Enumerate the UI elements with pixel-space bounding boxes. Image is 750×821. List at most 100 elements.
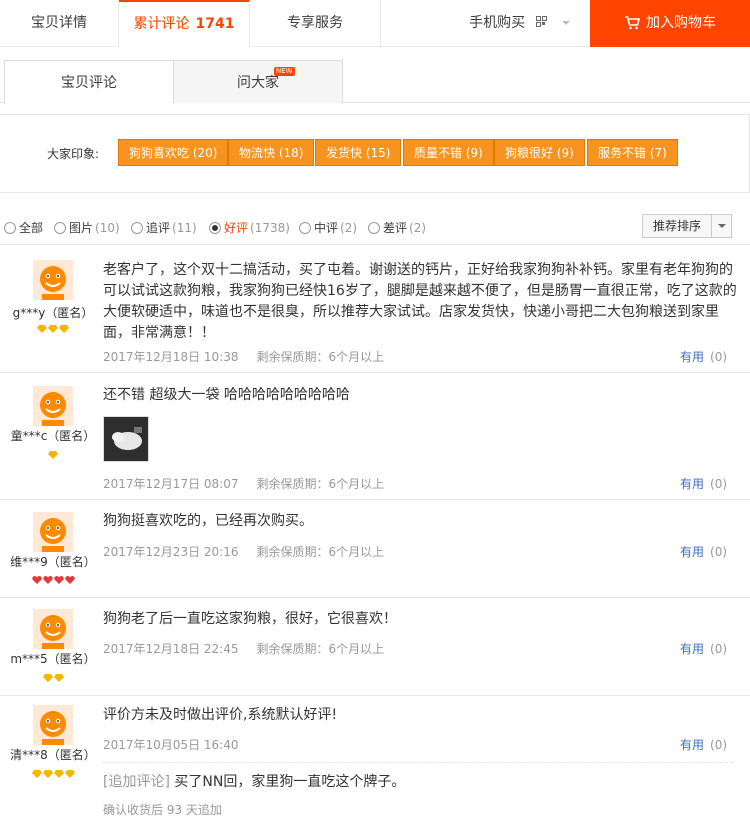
add-to-cart-button[interactable]: 加入购物车	[590, 0, 750, 47]
reviewer-name: 维***9（匿名）	[10, 555, 96, 569]
tab-exclusive-service[interactable]: 专享服务	[250, 0, 381, 46]
review-text: 还不错 超级大一袋 哈哈哈哈哈哈哈哈哈	[103, 387, 350, 403]
heart-icon	[31, 576, 42, 584]
qr-code-icon	[535, 16, 548, 28]
filter-label: 中评	[314, 221, 339, 235]
filter-images[interactable]: 图片 (10)	[54, 219, 120, 236]
reviewer-name: 清***8（匿名）	[10, 748, 96, 762]
heart-icon	[64, 576, 75, 584]
radio-icon	[299, 222, 311, 234]
review-text: 狗狗挺喜欢吃的，已经再次购买。	[103, 513, 313, 529]
avatar	[33, 705, 73, 745]
chevron-down-icon	[718, 224, 726, 228]
review-text: 老客户了，这个双十二搞活动，买了屯着。谢谢送的钙片，正好给我家狗狗补补钙。家里有…	[103, 262, 737, 341]
useful-button[interactable]: 有用 (0)	[680, 640, 727, 657]
tab-product-reviews[interactable]: 宝贝评论	[4, 60, 174, 104]
filter-count: (10)	[95, 221, 120, 235]
review-item: m***5（匿名） 狗狗老了后一直吃这家狗粮，很好，它很喜欢！ 2017年12月…	[0, 599, 750, 696]
impressions-panel: 大家印象: 狗狗喜欢吃 (20) 物流快 (18) 发货快 (15) 质量不错 …	[0, 114, 750, 193]
gem-icon	[53, 770, 64, 778]
useful-count: (0)	[710, 642, 728, 656]
cart-icon	[625, 16, 641, 30]
appended-review: [追加评论] 买了NN回，家里狗一直吃这个牌子。	[103, 771, 405, 791]
avatar	[33, 386, 73, 426]
buyer-level-badge	[0, 322, 106, 336]
impression-tag[interactable]: 服务不错 (7)	[587, 139, 678, 166]
buyer-level-badge	[0, 767, 106, 781]
tab-ask-everyone[interactable]: 问大家 NEW	[173, 60, 343, 103]
review-item: g***y（匿名） 老客户了，这个双十二搞活动，买了屯着。谢谢送的钙片，正好给我…	[0, 248, 750, 373]
filter-count: (11)	[172, 221, 197, 235]
gem-icon	[42, 770, 53, 778]
radio-icon	[4, 222, 16, 234]
review-meta: 2017年10月05日 16:40	[103, 736, 238, 753]
filter-label: 图片	[69, 221, 94, 235]
shelf-life: 剩余保质期：6个月以上	[256, 477, 385, 491]
buyer-level-badge	[0, 671, 106, 685]
radio-icon	[368, 222, 380, 234]
review-date: 2017年12月18日 22:45	[103, 642, 239, 656]
gem-icon	[31, 770, 42, 778]
avatar	[33, 512, 73, 552]
append-note: 确认收货后 93 天追加	[103, 803, 222, 817]
filter-all[interactable]: 全部	[4, 219, 45, 236]
impressions-label: 大家印象:	[47, 147, 100, 161]
shelf-life: 剩余保质期：6个月以上	[256, 642, 385, 656]
review-date: 2017年12月18日 10:38	[103, 350, 239, 364]
tab-product-detail[interactable]: 宝贝详情	[0, 0, 119, 46]
avatar	[33, 260, 73, 300]
filter-followup[interactable]: 追评 (11)	[131, 219, 197, 236]
gem-icon	[37, 325, 47, 333]
gem-icon	[48, 325, 58, 333]
impression-tag[interactable]: 狗粮很好 (9)	[494, 139, 585, 166]
review-meta: 2017年12月23日 20:16 剩余保质期：6个月以上	[103, 543, 384, 560]
sort-dropdown[interactable]: 推荐排序	[642, 214, 732, 238]
filter-label: 追评	[146, 221, 171, 235]
buyer-level-badge	[0, 573, 106, 587]
useful-label: 有用	[680, 642, 705, 656]
review-date: 2017年12月17日 08:07	[103, 477, 239, 491]
tab-reviews-label: 累计评论	[133, 16, 190, 32]
gem-icon	[53, 674, 64, 682]
reviewer-name: g***y（匿名）	[12, 306, 94, 320]
radio-icon	[54, 222, 66, 234]
filter-neutral[interactable]: 中评 (2)	[299, 219, 357, 236]
chevron-down-icon	[562, 21, 570, 25]
radio-selected-icon	[209, 222, 221, 234]
mobile-purchase[interactable]: 手机购买	[381, 0, 590, 46]
filter-count: (1738)	[250, 221, 290, 235]
review-text: 狗狗老了后一直吃这家狗粮，很好，它很喜欢！	[103, 611, 397, 627]
useful-button[interactable]: 有用 (0)	[680, 348, 727, 365]
sort-dropdown-arrow[interactable]	[711, 215, 732, 237]
impression-tag[interactable]: 狗狗喜欢吃 (20)	[118, 139, 229, 166]
impression-tag[interactable]: 物流快 (18)	[228, 139, 315, 166]
review-photo-thumbnail[interactable]	[103, 416, 149, 462]
tab-product-reviews-label: 宝贝评论	[61, 75, 117, 91]
review-item: 维***9（匿名） 狗狗挺喜欢吃的，已经再次购买。 2017年12月23日 20…	[0, 501, 750, 598]
shelf-life: 剩余保质期：6个月以上	[256, 545, 385, 559]
mobile-purchase-label: 手机购买	[469, 15, 526, 31]
useful-button[interactable]: 有用 (0)	[680, 543, 727, 560]
useful-button[interactable]: 有用 (0)	[680, 736, 727, 753]
useful-label: 有用	[680, 545, 705, 559]
filter-label: 好评	[224, 221, 249, 235]
impression-tag[interactable]: 质量不错 (9)	[403, 139, 494, 166]
filter-label: 全部	[19, 221, 44, 235]
tab-reviews[interactable]: 累计评论 1741	[119, 0, 250, 47]
append-divider	[103, 762, 733, 763]
filter-negative[interactable]: 差评 (2)	[368, 219, 426, 236]
append-label: [追加评论]	[103, 774, 170, 790]
tab-product-detail-label: 宝贝详情	[31, 15, 87, 31]
review-text: 评价方未及时做出评价,系统默认好评!	[103, 707, 338, 723]
radio-icon	[131, 222, 143, 234]
gem-icon	[64, 770, 75, 778]
useful-label: 有用	[680, 477, 705, 491]
impression-tag[interactable]: 发货快 (15)	[315, 139, 402, 166]
add-to-cart-label: 加入购物车	[646, 15, 716, 31]
heart-icon	[53, 576, 64, 584]
review-sub-tabs: 宝贝评论 问大家 NEW	[0, 60, 750, 104]
useful-button[interactable]: 有用 (0)	[680, 475, 727, 492]
filter-positive[interactable]: 好评 (1738)	[209, 219, 290, 236]
useful-label: 有用	[680, 738, 705, 752]
gem-icon	[42, 674, 53, 682]
